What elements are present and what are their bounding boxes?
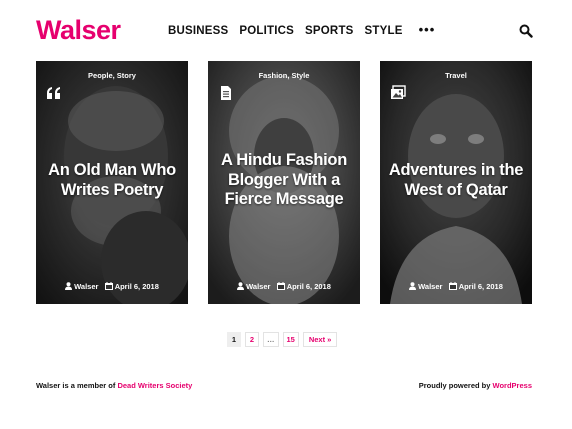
page-15-link[interactable]: 15	[282, 332, 299, 347]
post-card[interactable]: Fashion, Style A Hindu Fashion Blogger W…	[208, 61, 360, 304]
nav-item-politics[interactable]: POLITICS	[239, 24, 294, 38]
nav-item-sports[interactable]: SPORTS	[305, 24, 354, 38]
post-title[interactable]: A Hindu Fashion Blogger With a Fierce Me…	[216, 151, 352, 210]
calendar-icon	[104, 282, 113, 292]
main-nav: BUSINESS POLITICS SPORTS STYLE •••	[168, 23, 446, 38]
quote-icon	[47, 87, 60, 99]
user-icon	[409, 282, 417, 292]
post-author[interactable]: Walser	[246, 282, 270, 291]
footer-powered-text: Proudly powered by	[418, 381, 491, 390]
nav-item-business[interactable]: BUSINESS	[168, 24, 228, 38]
post-meta: Walser April 6, 2018	[36, 282, 188, 292]
next-page-link[interactable]: Next »	[302, 332, 338, 347]
site-logo[interactable]: Walser	[36, 13, 121, 47]
footer-credits: Proudly powered by WordPress	[419, 381, 532, 390]
post-title[interactable]: Adventures in the West of Qatar	[388, 161, 524, 200]
post-meta: Walser April 6, 2018	[380, 282, 532, 292]
post-grid: People, Story An Old Man Who Writes Poet…	[36, 61, 532, 304]
user-icon	[65, 282, 73, 292]
post-date[interactable]: April 6, 2018	[287, 282, 331, 291]
post-title[interactable]: An Old Man Who Writes Poetry	[44, 161, 180, 200]
footer-member-link[interactable]: Dead Writers Society	[117, 381, 192, 390]
post-card[interactable]: People, Story An Old Man Who Writes Poet…	[36, 61, 188, 304]
pagination: 1 2 … 15 Next »	[227, 332, 338, 347]
post-categories[interactable]: People, Story	[36, 71, 188, 80]
page-2-link[interactable]: 2	[245, 332, 259, 347]
calendar-icon	[276, 282, 285, 292]
page-ellipsis: …	[263, 332, 279, 347]
post-card[interactable]: Travel Adventures in the West of Qatar W…	[380, 61, 532, 304]
search-icon[interactable]	[519, 24, 533, 38]
post-categories[interactable]: Fashion, Style	[208, 71, 360, 80]
gallery-icon	[391, 85, 406, 99]
footer-wordpress-link[interactable]: WordPress	[493, 381, 532, 390]
post-categories[interactable]: Travel	[380, 71, 532, 80]
footer-member-text: Walser is a member of	[36, 381, 116, 390]
calendar-icon	[448, 282, 457, 292]
site-header: Walser BUSINESS POLITICS SPORTS STYLE ••…	[0, 0, 572, 58]
page-1-current: 1	[227, 332, 241, 347]
footer-membership: Walser is a member of Dead Writers Socie…	[36, 381, 192, 390]
nav-item-style[interactable]: STYLE	[365, 24, 403, 38]
post-date[interactable]: April 6, 2018	[459, 282, 503, 291]
post-meta: Walser April 6, 2018	[208, 282, 360, 292]
post-date[interactable]: April 6, 2018	[115, 282, 159, 291]
post-author[interactable]: Walser	[418, 282, 442, 291]
user-icon	[237, 282, 245, 292]
more-menu-button[interactable]: •••	[419, 23, 436, 38]
document-icon	[221, 86, 231, 100]
post-author[interactable]: Walser	[74, 282, 98, 291]
